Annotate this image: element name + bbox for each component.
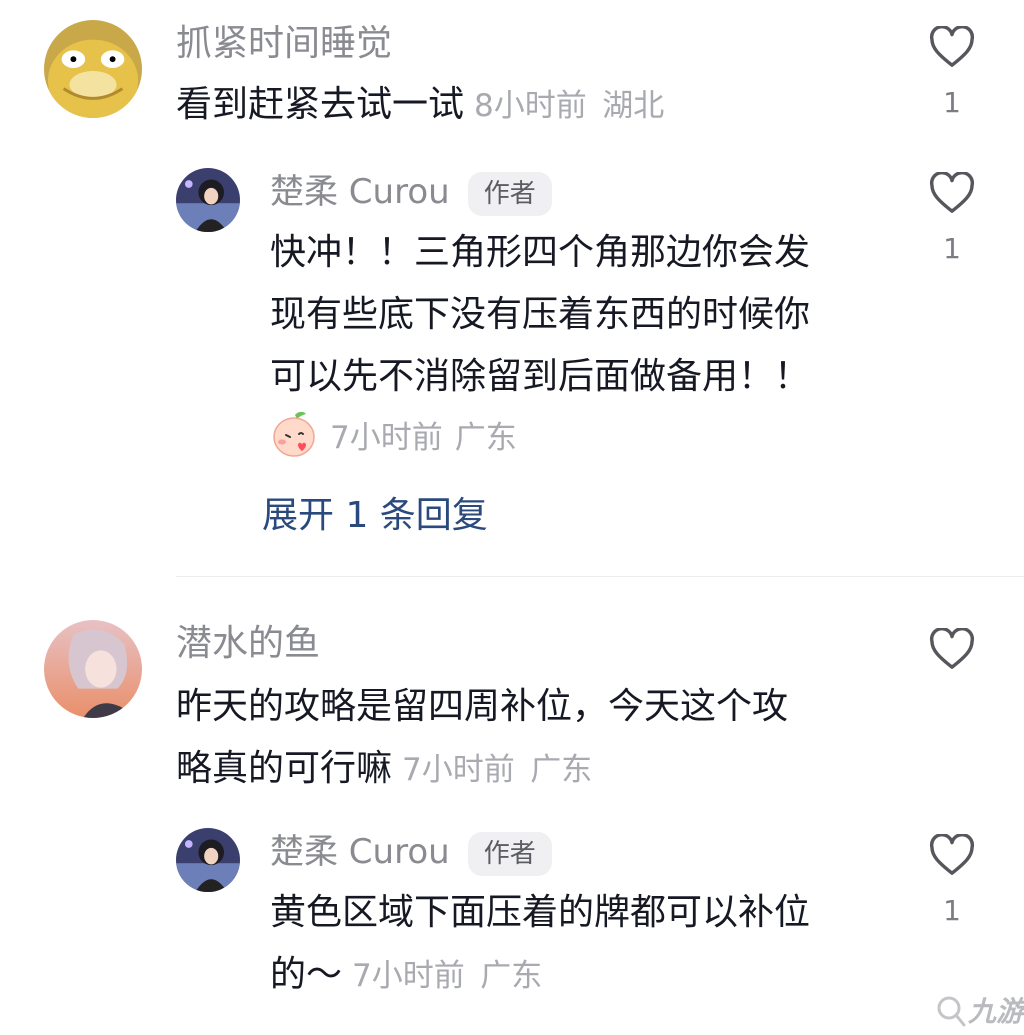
reply-line: 黄色区域下面压着的牌都可以补位 <box>270 892 811 933</box>
reply-time: 7小时前 <box>330 419 443 456</box>
reply-line: 快冲！！三角形四个角那边你会发 <box>270 232 811 273</box>
like-count: 1 <box>943 232 961 265</box>
author-avatar-icon <box>176 168 240 232</box>
heart-icon <box>929 628 975 669</box>
reply-line-with-meta: 的～ 7小时前 广东 <box>270 944 810 1007</box>
heart-icon <box>929 26 975 67</box>
reply-location: 广东 <box>454 419 517 456</box>
reply-username[interactable]: 楚柔 Curou <box>270 832 450 872</box>
reply-line: 可以先不消除留到后面做备用！！ <box>270 356 811 397</box>
comment-time: 8小时前 <box>474 88 587 124</box>
anime-boy-avatar-icon <box>44 620 142 718</box>
author-badge: 作者 <box>467 831 552 876</box>
peach-kiss-emoji-icon <box>273 411 315 457</box>
divider <box>176 576 1024 577</box>
avatar[interactable] <box>176 168 240 232</box>
nine-game-logo-icon <box>937 996 966 1027</box>
comment-time: 7小时前 <box>402 752 515 788</box>
reply-header: 楚柔 Curou 作者 <box>270 830 552 876</box>
yellow-duck-avatar-icon <box>44 20 142 118</box>
author-avatar-icon <box>176 828 240 892</box>
like-button[interactable] <box>922 628 982 670</box>
comment-text: 看到赶紧去试一试 8小时前 湖北 <box>176 74 664 137</box>
reply-username[interactable]: 楚柔 Curou <box>270 172 450 212</box>
expand-replies-button[interactable]: 展开 1 条回复 <box>262 486 488 538</box>
reply-header: 楚柔 Curou 作者 <box>270 170 552 216</box>
reply-time: 7小时前 <box>352 958 465 994</box>
reply-meta: 7小时前 广东 <box>270 408 517 460</box>
watermark-text: 九游 <box>968 995 1024 1028</box>
reply-line: 现有些底下没有压着东西的时候你 <box>270 294 811 335</box>
author-badge: 作者 <box>467 171 552 216</box>
like-count: 1 <box>943 86 961 119</box>
comment-line: 昨天的攻略是留四周补位，今天这个攻 <box>176 686 789 727</box>
reply-line: 的～ <box>270 954 343 995</box>
reply-location: 广东 <box>480 958 543 994</box>
comment-text: 昨天的攻略是留四周补位，今天这个攻 略真的可行嘛 7小时前 广东 <box>176 676 788 801</box>
watermark: 九游 <box>934 990 1024 1030</box>
comment-location: 湖北 <box>602 88 665 124</box>
reply-like-button[interactable]: 1 <box>922 834 982 927</box>
reply-text: 快冲！！三角形四个角那边你会发 现有些底下没有压着东西的时候你 可以先不消除留到… <box>270 222 810 408</box>
like-count: 1 <box>943 894 961 927</box>
comment-username[interactable]: 潜水的鱼 <box>176 622 320 666</box>
like-button[interactable]: 1 <box>922 26 982 119</box>
comment-body: 看到赶紧去试一试 <box>176 84 465 125</box>
heart-icon <box>929 172 975 213</box>
avatar[interactable] <box>176 828 240 892</box>
avatar[interactable] <box>44 620 142 718</box>
comment-location: 广东 <box>530 752 593 788</box>
comment-line-with-meta: 略真的可行嘛 7小时前 广东 <box>176 738 788 801</box>
avatar[interactable] <box>44 20 142 118</box>
reply-like-button[interactable]: 1 <box>922 172 982 265</box>
comment-line: 略真的可行嘛 <box>176 748 393 789</box>
comment-username[interactable]: 抓紧时间睡觉 <box>176 22 392 66</box>
heart-icon <box>929 834 975 875</box>
reply-text: 黄色区域下面压着的牌都可以补位 的～ 7小时前 广东 <box>270 882 810 1007</box>
